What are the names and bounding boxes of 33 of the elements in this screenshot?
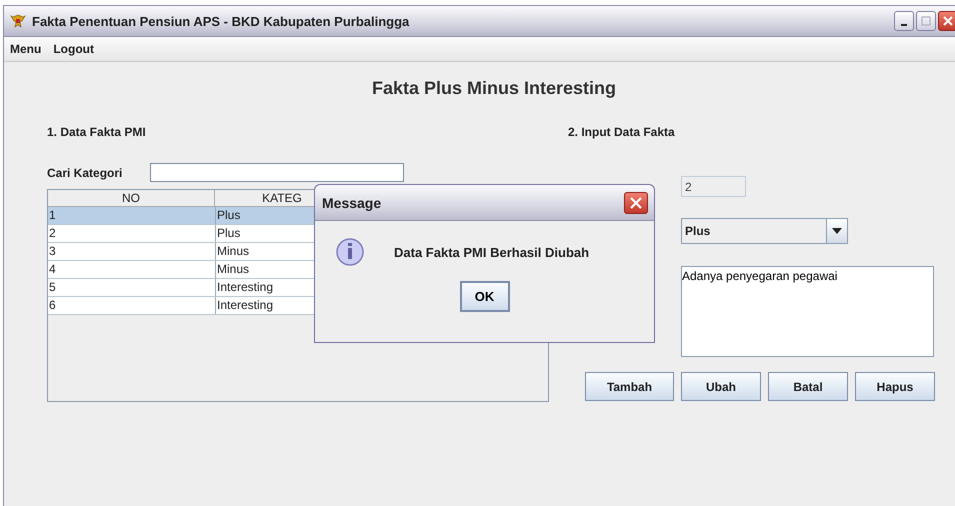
menu-item[interactable]: Logout [53, 42, 94, 56]
window-title: Fakta Penentuan Pensiun APS - BKD Kabupaten Purbalingga [32, 14, 410, 28]
action-button[interactable]: Batal [768, 372, 848, 401]
ok-button[interactable]: OK [460, 281, 510, 312]
action-button[interactable]: Ubah [681, 372, 761, 401]
table-cell: 5 [48, 279, 216, 296]
minimize-icon [901, 24, 907, 26]
section-title: 1. Data Fakta PMI [47, 125, 147, 141]
section-title: 2. Input Data Fakta [568, 125, 676, 141]
column-header[interactable]: NO [48, 190, 215, 206]
table-cell: 2 [48, 225, 216, 242]
table-cell: 3 [48, 243, 216, 260]
search-field[interactable] [150, 163, 404, 182]
page-heading: Fakta Plus Minus Interesting [370, 77, 618, 99]
close-button[interactable] [938, 11, 955, 31]
action-button[interactable]: Tambah [585, 372, 674, 401]
maximize-icon [921, 16, 931, 26]
menu-item[interactable]: Menu [10, 42, 42, 56]
search-label: Cari Kategori [47, 166, 124, 180]
close-button[interactable] [624, 192, 648, 214]
minimize-button[interactable] [894, 11, 914, 31]
maximize-button[interactable] [916, 11, 936, 31]
table-cell: 4 [48, 261, 216, 278]
table-cell: 1 [48, 207, 216, 224]
description-field[interactable]: Adanya penyegaran pegawai [681, 266, 934, 357]
emblem-icon [10, 13, 26, 29]
category-dropdown[interactable]: Plus [681, 218, 848, 244]
close-icon [630, 196, 642, 208]
dropdown-arrow-icon [832, 228, 842, 234]
action-button[interactable]: Hapus [855, 372, 935, 401]
table-cell: 6 [48, 297, 216, 314]
info-icon [335, 237, 365, 267]
close-icon [943, 16, 953, 26]
